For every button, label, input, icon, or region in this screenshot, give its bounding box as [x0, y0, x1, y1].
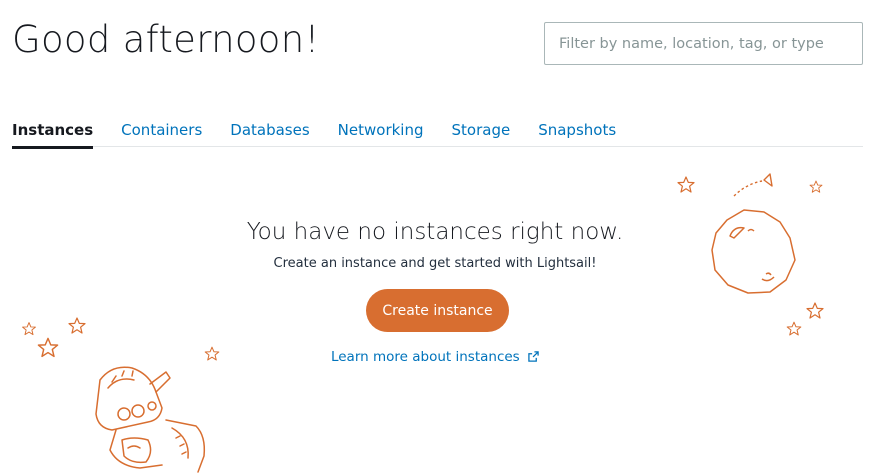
tab-databases[interactable]: Databases: [230, 120, 309, 147]
star-icon: [806, 302, 824, 319]
star-icon: [68, 317, 86, 334]
learn-more-link[interactable]: Learn more about instances: [0, 349, 870, 365]
tab-storage[interactable]: Storage: [452, 120, 511, 147]
star-icon: [786, 321, 802, 336]
comet-illustration: [733, 173, 773, 197]
tab-networking[interactable]: Networking: [338, 120, 424, 147]
tab-snapshots[interactable]: Snapshots: [538, 120, 616, 147]
tab-instances[interactable]: Instances: [12, 120, 94, 149]
external-link-icon: [528, 351, 539, 362]
page-greeting: Good afternoon!: [12, 18, 320, 61]
star-icon: [809, 180, 823, 193]
empty-state-subtitle: Create an instance and get started with …: [273, 256, 597, 271]
filter-search-input[interactable]: [544, 22, 863, 65]
empty-state-title: You have no instances right now.: [246, 219, 624, 245]
star-icon: [677, 176, 695, 193]
tab-containers[interactable]: Containers: [121, 120, 202, 147]
resource-tabs: Instances Containers Databases Networkin…: [12, 120, 863, 149]
learn-more-label: Learn more about instances: [330, 349, 520, 365]
create-instance-button[interactable]: Create instance: [366, 289, 509, 332]
star-icon: [22, 322, 36, 336]
robot-astronaut-illustration: [95, 366, 206, 473]
